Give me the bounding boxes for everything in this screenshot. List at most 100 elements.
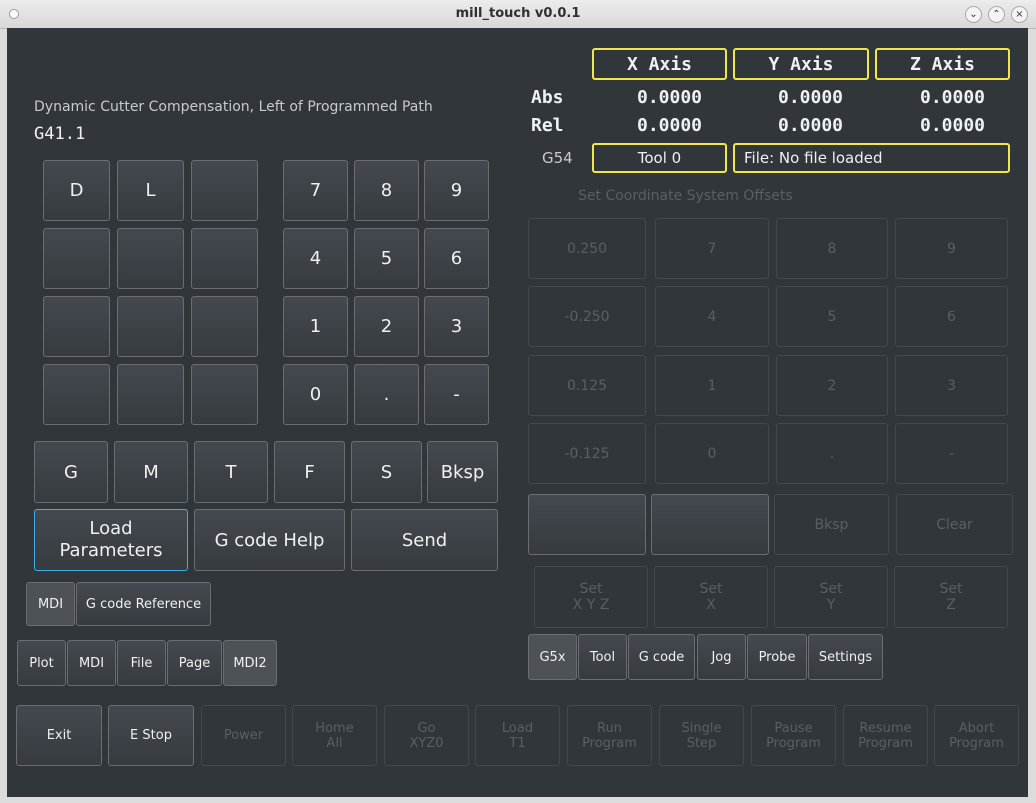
letter-key-bksp[interactable]: Bksp xyxy=(427,441,498,503)
gcode-help-button[interactable]: G code Help xyxy=(194,509,345,571)
bottom-pause-program-button[interactable]: Pause Program xyxy=(751,705,836,766)
tab-g5x[interactable]: G5x xyxy=(528,634,577,680)
offset-jog-2[interactable]: 0.125 xyxy=(528,355,646,416)
offset-key-9[interactable]: 0 xyxy=(655,423,769,484)
num-key-3[interactable]: 3 xyxy=(424,296,489,357)
z-axis-header[interactable]: Z Axis xyxy=(875,48,1010,80)
set-offset-button-2[interactable]: Set Y xyxy=(774,566,888,628)
tab-mdi[interactable]: MDI xyxy=(67,640,116,686)
offset-row5-bksp[interactable]: Bksp xyxy=(774,494,889,555)
bottom-go-xyz0-button[interactable]: Go XYZ0 xyxy=(384,705,469,766)
offset-key-1[interactable]: 8 xyxy=(776,218,888,279)
param-key-l[interactable]: L xyxy=(117,160,184,221)
x-axis-header[interactable]: X Axis xyxy=(592,48,727,80)
tab-file[interactable]: File xyxy=(117,640,166,686)
tab-jog[interactable]: Jog xyxy=(697,634,746,680)
set-offset-button-1[interactable]: Set X xyxy=(654,566,768,628)
num-key-5[interactable]: 5 xyxy=(354,228,419,289)
offset-key-3[interactable]: 4 xyxy=(655,286,769,347)
letter-key-s[interactable]: S xyxy=(351,441,422,503)
bottom-power-button[interactable]: Power xyxy=(201,705,286,766)
param-key-blank-6[interactable] xyxy=(43,296,110,357)
offset-key-2[interactable]: 9 xyxy=(895,218,1008,279)
abs-x-value: 0.0000 xyxy=(637,87,703,108)
offset-jog-0[interactable]: 0.250 xyxy=(528,218,646,279)
rel-z-value: 0.0000 xyxy=(920,115,986,136)
abs-label: Abs xyxy=(531,87,564,108)
bottom-exit-button[interactable]: Exit xyxy=(16,705,102,766)
offset-row5-clear[interactable]: Clear xyxy=(896,494,1013,555)
mdi-command: G41.1 xyxy=(34,124,86,144)
num-key-4[interactable]: 4 xyxy=(283,228,348,289)
send-button[interactable]: Send xyxy=(351,509,498,571)
tab-mdi-sub[interactable]: MDI xyxy=(26,582,75,626)
offset-key-4[interactable]: 5 xyxy=(776,286,888,347)
coord-system-label: G54 xyxy=(542,149,573,167)
num-key-6[interactable]: 6 xyxy=(424,228,489,289)
param-key-blank-11[interactable] xyxy=(191,364,258,425)
offset-jog-1[interactable]: -0.250 xyxy=(528,286,646,347)
num-key-2[interactable]: 2 xyxy=(354,296,419,357)
param-key-blank-7[interactable] xyxy=(117,296,184,357)
set-offset-button-3[interactable]: Set Z xyxy=(894,566,1008,628)
window-title: mill_touch v0.0.1 xyxy=(455,6,581,21)
param-key-blank-2[interactable] xyxy=(191,160,258,221)
param-key-blank-5[interactable] xyxy=(191,228,258,289)
param-key-blank-4[interactable] xyxy=(117,228,184,289)
tab-settings[interactable]: Settings xyxy=(808,634,883,680)
tab-plot[interactable]: Plot xyxy=(17,640,66,686)
offset-key-8[interactable]: 3 xyxy=(895,355,1008,416)
letter-key-g[interactable]: G xyxy=(34,441,108,503)
offset-key-6[interactable]: 1 xyxy=(655,355,769,416)
letter-key-m[interactable]: M xyxy=(114,441,188,503)
offset-key-0[interactable]: 7 xyxy=(655,218,769,279)
num-key-9[interactable]: 9 xyxy=(424,160,489,221)
abs-y-value: 0.0000 xyxy=(778,87,844,108)
maximize-icon[interactable]: ⌃ xyxy=(988,6,1005,23)
mdi-description: Dynamic Cutter Compensation, Left of Pro… xyxy=(34,99,433,115)
y-axis-header[interactable]: Y Axis xyxy=(733,48,869,80)
param-key-blank-10[interactable] xyxy=(117,364,184,425)
offset-row5-blank-1[interactable] xyxy=(651,494,769,555)
bottom-single-step-button[interactable]: Single Step xyxy=(659,705,744,766)
bottom-resume-program-button[interactable]: Resume Program xyxy=(843,705,928,766)
num-key-1[interactable]: 1 xyxy=(283,296,348,357)
num-key-minus[interactable]: - xyxy=(424,364,489,425)
bottom-run-program-button[interactable]: Run Program xyxy=(567,705,652,766)
param-key-blank-8[interactable] xyxy=(191,296,258,357)
load-parameters-button[interactable]: Load Parameters xyxy=(34,509,188,571)
tab-mdi2[interactable]: MDI2 xyxy=(223,640,277,686)
abs-z-value: 0.0000 xyxy=(920,87,986,108)
offset-key-7[interactable]: 2 xyxy=(776,355,888,416)
letter-key-t[interactable]: T xyxy=(194,441,268,503)
bottom-load-t1-button[interactable]: Load T1 xyxy=(475,705,560,766)
offsets-title: Set Coordinate System Offsets xyxy=(578,188,793,204)
tab-gcode-reference[interactable]: G code Reference xyxy=(76,582,211,626)
set-offset-button-0[interactable]: Set X Y Z xyxy=(534,566,648,628)
tab-g-code[interactable]: G code xyxy=(628,634,695,680)
param-key-d[interactable]: D xyxy=(43,160,110,221)
offset-key-10[interactable]: . xyxy=(776,423,888,484)
letter-key-f[interactable]: F xyxy=(274,441,345,503)
minimize-icon[interactable]: ⌄ xyxy=(965,6,982,23)
param-key-blank-9[interactable] xyxy=(43,364,110,425)
tab-tool[interactable]: Tool xyxy=(578,634,627,680)
window-titlebar: mill_touch v0.0.1 ⌄ ⌃ × xyxy=(0,0,1036,29)
offset-key-11[interactable]: - xyxy=(895,423,1008,484)
bottom-e-stop-button[interactable]: E Stop xyxy=(108,705,194,766)
bottom-abort-program-button[interactable]: Abort Program xyxy=(934,705,1019,766)
num-key-dot[interactable]: . xyxy=(354,364,419,425)
offset-row5-blank-0[interactable] xyxy=(528,494,646,555)
num-key-8[interactable]: 8 xyxy=(354,160,419,221)
rel-label: Rel xyxy=(531,115,564,136)
num-key-7[interactable]: 7 xyxy=(283,160,348,221)
bottom-home-all-button[interactable]: Home All xyxy=(292,705,377,766)
offset-key-5[interactable]: 6 xyxy=(895,286,1008,347)
close-icon[interactable]: × xyxy=(1011,6,1028,23)
num-key-0[interactable]: 0 xyxy=(283,364,348,425)
tab-probe[interactable]: Probe xyxy=(747,634,807,680)
tab-page[interactable]: Page xyxy=(167,640,222,686)
file-status: File: No file loaded xyxy=(733,143,1010,173)
param-key-blank-3[interactable] xyxy=(43,228,110,289)
offset-jog-3[interactable]: -0.125 xyxy=(528,423,646,484)
